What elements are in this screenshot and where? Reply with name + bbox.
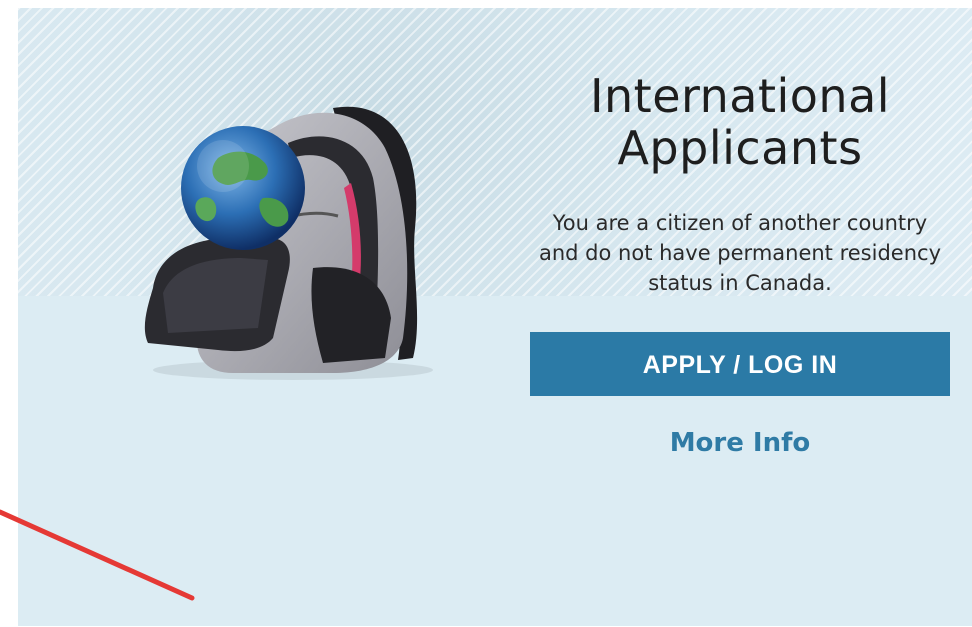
backpack-globe-icon: [144, 106, 433, 380]
page-title: International Applicants: [589, 69, 891, 175]
screenshot-frame: International Applicants You are a citiz…: [0, 0, 972, 627]
content-panel: International Applicants You are a citiz…: [510, 70, 970, 458]
description-text: You are a citizen of another country and…: [539, 211, 941, 295]
more-info-link[interactable]: More Info: [670, 428, 811, 458]
red-annotation-arrow-icon: [0, 509, 195, 601]
apply-login-button[interactable]: APPLY / LOG IN: [530, 332, 950, 396]
